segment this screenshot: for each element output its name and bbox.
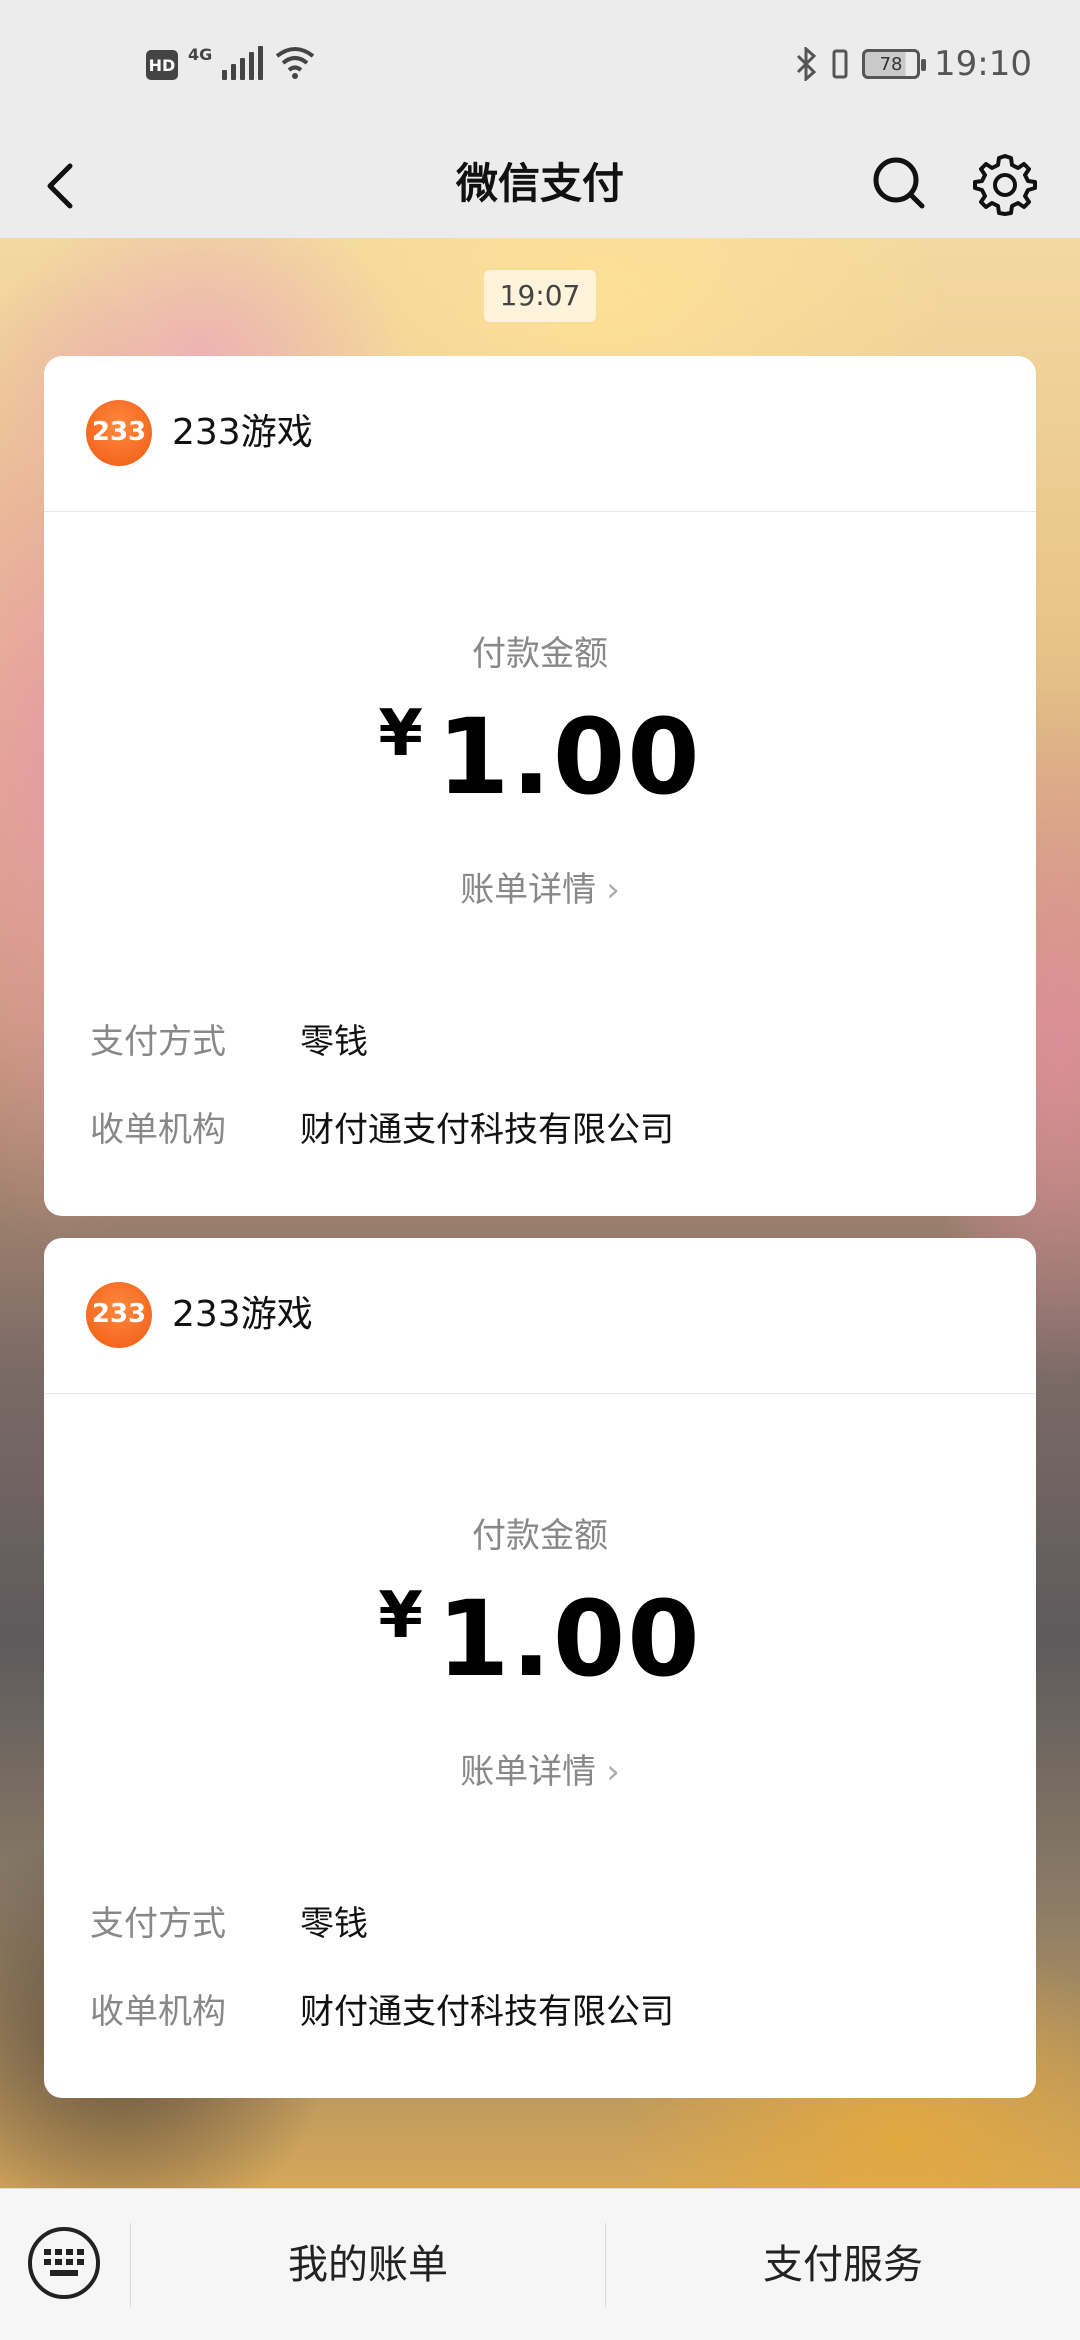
nav-bar: 微信支付 <box>0 130 1080 238</box>
amount-value: 1.00 <box>436 1578 702 1700</box>
acquirer-row: 收单机构 财付通支付科技有限公司 <box>90 1102 674 1151</box>
payment-card[interactable]: 233 233游戏 付款金额 ¥1.00 账单详情 › 支付方式 零钱 收单机构 … <box>44 356 1036 1216</box>
search-icon[interactable] <box>864 148 934 218</box>
payment-method-row: 支付方式 零钱 <box>90 1896 368 1945</box>
card-header[interactable]: 233 233游戏 <box>44 1238 1036 1394</box>
status-left: HD 4G <box>146 44 317 80</box>
status-bar: HD 4G 78 19:10 <box>0 0 1080 130</box>
vibrate-icon <box>832 49 848 79</box>
bill-detail-link[interactable]: 账单详情 › <box>44 1744 1036 1793</box>
acquirer-label: 收单机构 <box>90 1110 226 1150</box>
payment-method-label: 支付方式 <box>90 1904 226 1944</box>
merchant-logo: 233 <box>86 1282 152 1348</box>
signal-icon <box>222 44 264 80</box>
acquirer-value: 财付通支付科技有限公司 <box>300 1110 674 1150</box>
merchant-name: 233游戏 <box>172 412 313 453</box>
bottom-bar: 我的账单 支付服务 <box>0 2188 1080 2340</box>
wifi-icon <box>276 47 315 79</box>
bill-detail-label: 账单详情 <box>460 870 597 910</box>
amount: ¥1.00 <box>44 696 1036 818</box>
chat-content[interactable]: 19:07 233 233游戏 付款金额 ¥1.00 账单详情 › 支付方式 零钱… <box>0 238 1080 2188</box>
pay-services-button[interactable]: 支付服务 <box>606 2189 1080 2340</box>
status-time: 19:10 <box>934 44 1032 84</box>
currency-symbol: ¥ <box>378 697 423 771</box>
bill-detail-label: 账单详情 <box>460 1752 597 1792</box>
bluetooth-icon <box>796 47 817 81</box>
amount: ¥1.00 <box>44 1578 1036 1700</box>
amount-value: 1.00 <box>436 696 702 818</box>
payment-method-value: 零钱 <box>300 1022 368 1062</box>
network-type: 4G <box>188 45 213 64</box>
bill-detail-link[interactable]: 账单详情 › <box>44 862 1036 911</box>
acquirer-row: 收单机构 财付通支付科技有限公司 <box>90 1984 674 2033</box>
message-timestamp: 19:07 <box>484 270 596 322</box>
chevron-right-icon: › <box>606 1752 620 1792</box>
amount-label: 付款金额 <box>472 1516 608 1556</box>
payment-card[interactable]: 233 233游戏 付款金额 ¥1.00 账单详情 › 支付方式 零钱 收单机构 … <box>44 1238 1036 2098</box>
acquirer-value: 财付通支付科技有限公司 <box>300 1992 674 2032</box>
hd-badge: HD <box>146 50 178 80</box>
keyboard-icon[interactable] <box>26 2225 102 2301</box>
currency-symbol: ¥ <box>378 1579 423 1653</box>
merchant-logo: 233 <box>86 400 152 466</box>
card-header[interactable]: 233 233游戏 <box>44 356 1036 512</box>
chevron-right-icon: › <box>606 870 620 910</box>
battery-icon: 78 <box>862 49 927 79</box>
battery-level: 78 <box>879 53 903 75</box>
payment-method-label: 支付方式 <box>90 1022 226 1062</box>
amount-label: 付款金额 <box>472 634 608 674</box>
status-right: 78 19:10 <box>794 44 1032 84</box>
acquirer-label: 收单机构 <box>90 1992 226 2032</box>
merchant-name: 233游戏 <box>172 1294 313 1335</box>
my-bills-button[interactable]: 我的账单 <box>131 2189 605 2340</box>
gear-icon[interactable] <box>970 148 1040 218</box>
payment-method-row: 支付方式 零钱 <box>90 1014 368 1063</box>
payment-method-value: 零钱 <box>300 1904 368 1944</box>
